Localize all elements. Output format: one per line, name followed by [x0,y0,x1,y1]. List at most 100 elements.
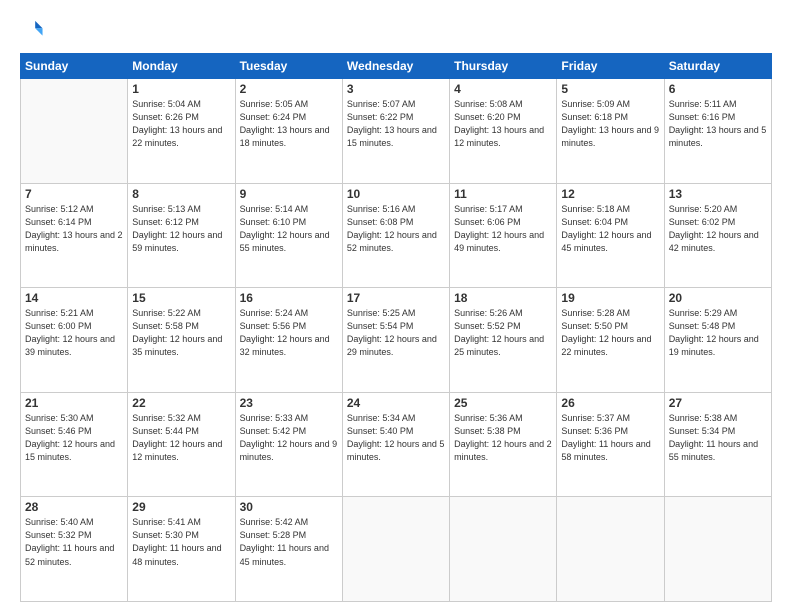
cell-info: Sunrise: 5:41 AM Sunset: 5:30 PM Dayligh… [132,516,230,568]
header-friday: Friday [557,54,664,79]
day-number: 18 [454,291,552,305]
calendar-cell: 30 Sunrise: 5:42 AM Sunset: 5:28 PM Dayli… [235,497,342,602]
calendar-cell: 18 Sunrise: 5:26 AM Sunset: 5:52 PM Dayli… [450,288,557,393]
calendar-cell: 19 Sunrise: 5:28 AM Sunset: 5:50 PM Dayli… [557,288,664,393]
calendar-cell: 8 Sunrise: 5:13 AM Sunset: 6:12 PM Daylig… [128,183,235,288]
calendar-cell: 2 Sunrise: 5:05 AM Sunset: 6:24 PM Daylig… [235,79,342,184]
cell-info: Sunrise: 5:09 AM Sunset: 6:18 PM Dayligh… [561,98,659,150]
cell-info: Sunrise: 5:32 AM Sunset: 5:44 PM Dayligh… [132,412,230,464]
day-number: 2 [240,82,338,96]
calendar-cell: 7 Sunrise: 5:12 AM Sunset: 6:14 PM Daylig… [21,183,128,288]
cell-info: Sunrise: 5:11 AM Sunset: 6:16 PM Dayligh… [669,98,767,150]
calendar-week-row: 1Sunrise: 5:04 AM Sunset: 6:26 PM Daylig… [21,79,772,184]
calendar-cell: 11 Sunrise: 5:17 AM Sunset: 6:06 PM Dayli… [450,183,557,288]
cell-info: Sunrise: 5:30 AM Sunset: 5:46 PM Dayligh… [25,412,123,464]
calendar-week-row: 21 Sunrise: 5:30 AM Sunset: 5:46 PM Dayli… [21,392,772,497]
header [20,18,772,45]
calendar-table: Sunday Monday Tuesday Wednesday Thursday… [20,53,772,602]
calendar-cell: 28 Sunrise: 5:40 AM Sunset: 5:32 PM Dayli… [21,497,128,602]
cell-info: Sunrise: 5:20 AM Sunset: 6:02 PM Dayligh… [669,203,767,255]
logo [20,18,44,45]
day-number: 28 [25,500,123,514]
header-thursday: Thursday [450,54,557,79]
day-number: 12 [561,187,659,201]
calendar-cell: 25Sunrise: 5:36 AM Sunset: 5:38 PM Dayli… [450,392,557,497]
calendar-cell: 5 Sunrise: 5:09 AM Sunset: 6:18 PM Daylig… [557,79,664,184]
day-number: 19 [561,291,659,305]
day-number: 16 [240,291,338,305]
calendar-week-row: 14Sunrise: 5:21 AM Sunset: 6:00 PM Dayli… [21,288,772,393]
day-number: 6 [669,82,767,96]
cell-info: Sunrise: 5:38 AM Sunset: 5:34 PM Dayligh… [669,412,767,464]
calendar-cell [664,497,771,602]
cell-info: Sunrise: 5:16 AM Sunset: 6:08 PM Dayligh… [347,203,445,255]
day-number: 4 [454,82,552,96]
calendar-cell: 6 Sunrise: 5:11 AM Sunset: 6:16 PM Daylig… [664,79,771,184]
cell-info: Sunrise: 5:40 AM Sunset: 5:32 PM Dayligh… [25,516,123,568]
day-number: 27 [669,396,767,410]
day-number: 14 [25,291,123,305]
cell-info: Sunrise: 5:14 AM Sunset: 6:10 PM Dayligh… [240,203,338,255]
cell-info: Sunrise: 5:05 AM Sunset: 6:24 PM Dayligh… [240,98,338,150]
calendar-cell [557,497,664,602]
calendar-cell: 9 Sunrise: 5:14 AM Sunset: 6:10 PM Daylig… [235,183,342,288]
calendar-cell: 22Sunrise: 5:32 AM Sunset: 5:44 PM Dayli… [128,392,235,497]
calendar-cell: 24 Sunrise: 5:34 AM Sunset: 5:40 PM Dayli… [342,392,449,497]
header-tuesday: Tuesday [235,54,342,79]
cell-info: Sunrise: 5:24 AM Sunset: 5:56 PM Dayligh… [240,307,338,359]
calendar-header-row: Sunday Monday Tuesday Wednesday Thursday… [21,54,772,79]
day-number: 17 [347,291,445,305]
header-sunday: Sunday [21,54,128,79]
cell-info: Sunrise: 5:26 AM Sunset: 5:52 PM Dayligh… [454,307,552,359]
calendar-cell: 13 Sunrise: 5:20 AM Sunset: 6:02 PM Dayli… [664,183,771,288]
day-number: 8 [132,187,230,201]
cell-info: Sunrise: 5:28 AM Sunset: 5:50 PM Dayligh… [561,307,659,359]
cell-info: Sunrise: 5:22 AM Sunset: 5:58 PM Dayligh… [132,307,230,359]
cell-info: Sunrise: 5:17 AM Sunset: 6:06 PM Dayligh… [454,203,552,255]
day-number: 1 [132,82,230,96]
day-number: 15 [132,291,230,305]
day-number: 21 [25,396,123,410]
calendar-cell: 26 Sunrise: 5:37 AM Sunset: 5:36 PM Dayli… [557,392,664,497]
calendar-cell [342,497,449,602]
cell-info: Sunrise: 5:36 AM Sunset: 5:38 PM Dayligh… [454,412,552,464]
calendar-cell: 14Sunrise: 5:21 AM Sunset: 6:00 PM Dayli… [21,288,128,393]
header-monday: Monday [128,54,235,79]
cell-info: Sunrise: 5:33 AM Sunset: 5:42 PM Dayligh… [240,412,338,464]
cell-info: Sunrise: 5:08 AM Sunset: 6:20 PM Dayligh… [454,98,552,150]
calendar-cell: 23Sunrise: 5:33 AM Sunset: 5:42 PM Dayli… [235,392,342,497]
calendar-cell [450,497,557,602]
cell-info: Sunrise: 5:37 AM Sunset: 5:36 PM Dayligh… [561,412,659,464]
day-number: 7 [25,187,123,201]
calendar-cell: 21 Sunrise: 5:30 AM Sunset: 5:46 PM Dayli… [21,392,128,497]
cell-info: Sunrise: 5:34 AM Sunset: 5:40 PM Dayligh… [347,412,445,464]
cell-info: Sunrise: 5:12 AM Sunset: 6:14 PM Dayligh… [25,203,123,255]
day-number: 5 [561,82,659,96]
calendar-cell: 20 Sunrise: 5:29 AM Sunset: 5:48 PM Dayli… [664,288,771,393]
day-number: 29 [132,500,230,514]
page: Sunday Monday Tuesday Wednesday Thursday… [0,0,792,612]
day-number: 11 [454,187,552,201]
logo-icon [22,18,44,40]
day-number: 24 [347,396,445,410]
calendar-cell: 4 Sunrise: 5:08 AM Sunset: 6:20 PM Daylig… [450,79,557,184]
day-number: 30 [240,500,338,514]
calendar-cell: 3 Sunrise: 5:07 AM Sunset: 6:22 PM Daylig… [342,79,449,184]
calendar-cell: 15 Sunrise: 5:22 AM Sunset: 5:58 PM Dayli… [128,288,235,393]
calendar-cell: 12Sunrise: 5:18 AM Sunset: 6:04 PM Dayli… [557,183,664,288]
day-number: 20 [669,291,767,305]
calendar-cell: 17Sunrise: 5:25 AM Sunset: 5:54 PM Dayli… [342,288,449,393]
cell-info: Sunrise: 5:42 AM Sunset: 5:28 PM Dayligh… [240,516,338,568]
calendar-cell: 29 Sunrise: 5:41 AM Sunset: 5:30 PM Dayli… [128,497,235,602]
cell-info: Sunrise: 5:07 AM Sunset: 6:22 PM Dayligh… [347,98,445,150]
calendar-cell: 16 Sunrise: 5:24 AM Sunset: 5:56 PM Dayli… [235,288,342,393]
cell-info: Sunrise: 5:13 AM Sunset: 6:12 PM Dayligh… [132,203,230,255]
header-wednesday: Wednesday [342,54,449,79]
day-number: 13 [669,187,767,201]
calendar-cell: 1Sunrise: 5:04 AM Sunset: 6:26 PM Daylig… [128,79,235,184]
cell-info: Sunrise: 5:29 AM Sunset: 5:48 PM Dayligh… [669,307,767,359]
calendar-cell [21,79,128,184]
day-number: 26 [561,396,659,410]
day-number: 3 [347,82,445,96]
day-number: 9 [240,187,338,201]
